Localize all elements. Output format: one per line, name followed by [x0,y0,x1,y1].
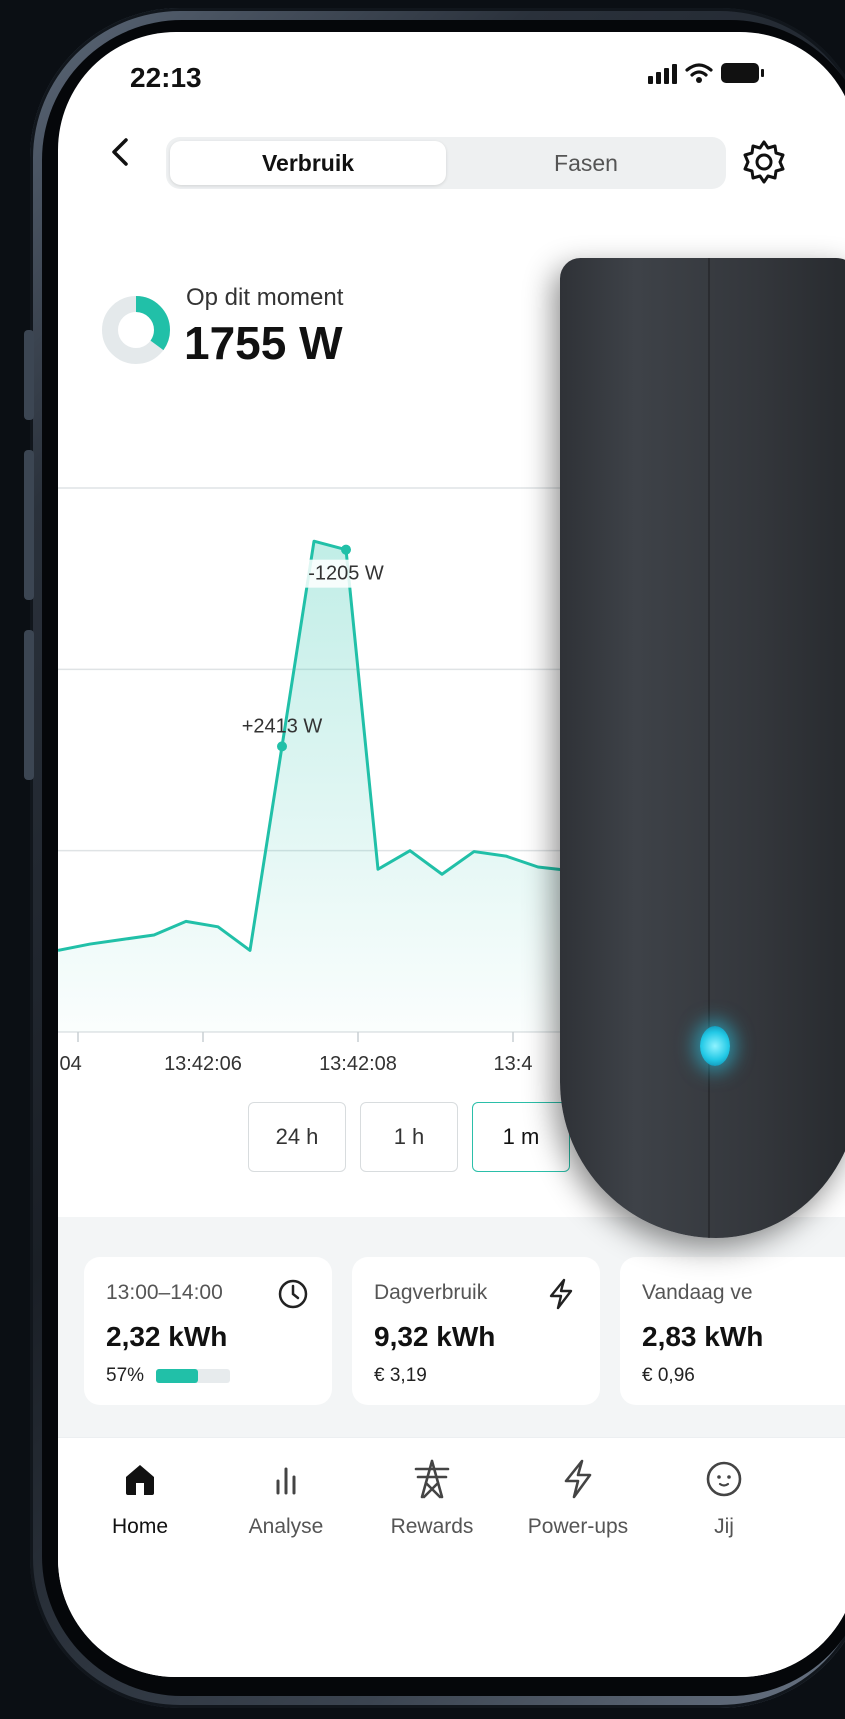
face-icon [706,1461,742,1497]
card-day-usage[interactable]: Dagverbruik 9,32 kWh € 3,19 [352,1257,600,1405]
current-value: 1755 W [184,317,343,369]
usage-donut [102,296,170,364]
pylon-icon [414,1459,450,1499]
tab-jij[interactable]: Jij [654,1457,794,1539]
mute-button [24,330,34,420]
tab-fasen[interactable]: Fasen [450,141,722,185]
card-value: 9,32 kWh [374,1321,496,1352]
chart-annotation: -1205 W [308,563,384,585]
chart-marker [341,544,351,555]
status-time: 22:13 [130,62,202,93]
chart-marker [277,741,287,752]
card-title: 13:00–14:00 [106,1281,223,1304]
card-today[interactable]: Vandaag ve 2,83 kWh € 0,96 [620,1257,845,1405]
status-led [700,1026,730,1066]
x-tick-label: :04 [58,1053,82,1072]
battery-icon [721,63,764,83]
card-cost: € 3,19 [374,1365,427,1386]
card-value: 2,83 kWh [642,1321,764,1352]
signal-icon [648,62,677,84]
chart-area-fill [58,541,570,1032]
hour-progress-fill [156,1369,199,1383]
card-cost: € 0,96 [642,1365,695,1386]
wifi-icon [685,63,713,83]
bolt-icon [549,1278,573,1310]
range-1h[interactable]: 1 h [360,1102,458,1172]
smart-meter-device [560,258,845,1238]
card-hour-usage[interactable]: 13:00–14:00 2,32 kWh 57% [84,1257,332,1405]
tab-home[interactable]: Home [70,1457,210,1539]
current-label: Op dit moment [186,284,344,311]
status-bar: 22:13 [58,32,845,112]
tab-powerups[interactable]: Power-ups [508,1457,648,1539]
segment-control: Verbruik Fasen [166,137,726,189]
analytics-icon [276,1467,296,1495]
device-edge [708,258,710,1238]
card-percent: 57% [106,1365,145,1386]
tab-analyse[interactable]: Analyse [216,1457,356,1539]
hour-progress-bar [156,1369,230,1383]
card-value: 2,32 kWh [106,1321,228,1352]
range-24h[interactable]: 24 h [248,1102,346,1172]
home-icon [126,1465,154,1495]
clock-icon [278,1279,308,1309]
tab-label: Home [111,1515,169,1538]
card-title: Vandaag ve [642,1281,753,1304]
tab-label: Analyse [248,1515,324,1538]
tab-label: Jij [714,1515,734,1538]
range-1m[interactable]: 1 m [472,1102,570,1172]
x-tick-label: 13:4 [494,1053,533,1072]
tab-label: Rewards [390,1515,474,1538]
card-title: Dagverbruik [374,1281,488,1304]
chevron-left-icon [112,138,128,166]
chart-annotation: +2413 W [242,715,323,737]
gear-icon[interactable] [740,138,788,186]
bolt-icon [564,1459,592,1499]
volume-up-button [24,450,34,600]
tab-rewards[interactable]: Rewards [362,1457,502,1539]
back-button[interactable] [108,134,132,177]
tab-verbruik[interactable]: Verbruik [170,141,446,185]
tab-label: Power-ups [527,1515,629,1538]
status-icons [648,62,764,84]
x-tick-label: 13:42:08 [319,1053,397,1072]
x-tick-label: 13:42:06 [164,1053,242,1072]
volume-down-button [24,630,34,780]
